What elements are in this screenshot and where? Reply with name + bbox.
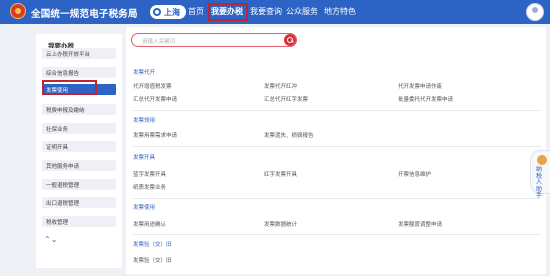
link-kaiju-red[interactable]: 红字发票开具: [264, 170, 297, 178]
sidebar-item-label: 税收管理: [46, 220, 69, 226]
sidebar-item-label: 一般退税管理: [46, 183, 80, 189]
top-header: 全国统一规范电子税务局 上海 首页 我要办税 我要查询 公众服务 地方特色: [0, 0, 550, 24]
sidebar-highlight-box: [42, 80, 97, 95]
sidebar-item-label: 证明开具: [46, 145, 69, 151]
link-daikai-batch[interactable]: 批量委托代开发票申请: [398, 95, 453, 103]
link-kaiju-blue[interactable]: 蓝字发票开具: [133, 170, 166, 178]
link-daikai-void[interactable]: 代开发票申请作废: [398, 82, 442, 90]
link-kaiju-paper[interactable]: 纸质发票业务: [133, 183, 166, 191]
section-title-kaiju: 发票开具: [133, 155, 156, 161]
location-pin-icon: [153, 8, 161, 16]
section-divider: [133, 110, 541, 111]
assistant-icon: [537, 155, 547, 165]
section-divider: [133, 198, 541, 199]
sidebar-item-label: 综合信息报告: [46, 71, 80, 77]
search-input[interactable]: 请输入关键词: [131, 33, 297, 47]
tax-emblem-icon: [10, 3, 26, 19]
section-title-yanjiu: 发票验（交）旧: [133, 242, 172, 248]
section-title-lingyong: 发票领用: [133, 118, 156, 124]
sidebar-item-certificate[interactable]: 证明开具: [42, 141, 116, 152]
sidebar: 我要办税 云上办税开放平台 综合信息报告 发票使用 税费申报及缴纳 社保业务 证…: [36, 34, 122, 268]
sidebar-item-tax-management[interactable]: 税收管理: [42, 216, 116, 227]
sidebar-item-label: 社保业务: [46, 127, 69, 133]
site-title: 全国统一规范电子税务局: [31, 9, 138, 20]
region-label: 上海: [164, 7, 180, 17]
region-selector[interactable]: 上海: [150, 5, 186, 19]
link-daikai-vat[interactable]: 代开增值税发票: [133, 82, 172, 90]
section-divider: [133, 146, 541, 147]
link-lingyong-demand[interactable]: 发票用票需求申请: [133, 131, 177, 139]
link-daikai-summary[interactable]: 汇总代开发票申请: [133, 95, 177, 103]
assistant-label: 纳税人助手: [536, 166, 543, 200]
sidebar-item-label: 云上办税开放平台: [46, 52, 91, 58]
sidebar-item-export-refund[interactable]: 出口退税管理: [42, 197, 116, 208]
link-shiyong-confirm[interactable]: 发票用途确认: [133, 220, 166, 228]
link-yanjiu[interactable]: 发票验（交）旧: [133, 256, 172, 264]
link-shiyong-stats[interactable]: 发票数据统计: [264, 220, 297, 228]
taxpayer-assistant-widget[interactable]: 纳税人助手: [530, 150, 550, 199]
nav-home[interactable]: 首页: [188, 6, 204, 17]
user-avatar[interactable]: [526, 3, 544, 21]
nav-public-service[interactable]: 公众服务: [286, 6, 318, 17]
section-title-shiyong: 发票使用: [133, 205, 156, 211]
link-shiyong-quota[interactable]: 发票额度调整申请: [398, 220, 442, 228]
sidebar-item-social-security[interactable]: 社保业务: [42, 123, 116, 134]
link-daikai-red[interactable]: 发票代开红冲: [264, 82, 297, 90]
search-placeholder: 请输入关键词: [142, 39, 176, 45]
sidebar-item-label: 税费申报及缴纳: [46, 108, 85, 114]
sidebar-item-general-refund[interactable]: 一般退税管理: [42, 179, 116, 190]
nav-query[interactable]: 我要查询: [250, 6, 282, 17]
sidebar-item-tax-filing[interactable]: 税费申报及缴纳: [42, 104, 116, 115]
sidebar-item-info-report[interactable]: 综合信息报告: [42, 67, 116, 78]
link-kaiju-info[interactable]: 开票信息维护: [398, 170, 431, 178]
sidebar-item-label: 出口退税管理: [46, 201, 80, 207]
sidebar-item-other-service[interactable]: 其他服务申请: [42, 160, 116, 171]
nav-local-features[interactable]: 地方特色: [324, 6, 356, 17]
search-icon[interactable]: [284, 34, 296, 46]
nav-highlight-box: [208, 3, 248, 21]
section-title-daikai: 发票代开: [133, 70, 156, 76]
link-daikai-summary-red[interactable]: 汇总代开红字发票: [264, 95, 308, 103]
main-panel: [126, 27, 546, 274]
sidebar-item-label: 其他服务申请: [46, 164, 80, 170]
link-lingyong-lost[interactable]: 发票遗失、损毁报告: [264, 131, 314, 139]
sidebar-item-open-platform[interactable]: 云上办税开放平台: [42, 48, 116, 59]
expand-collapse-icon[interactable]: ⌃⌄: [44, 236, 57, 244]
section-divider: [133, 234, 541, 235]
